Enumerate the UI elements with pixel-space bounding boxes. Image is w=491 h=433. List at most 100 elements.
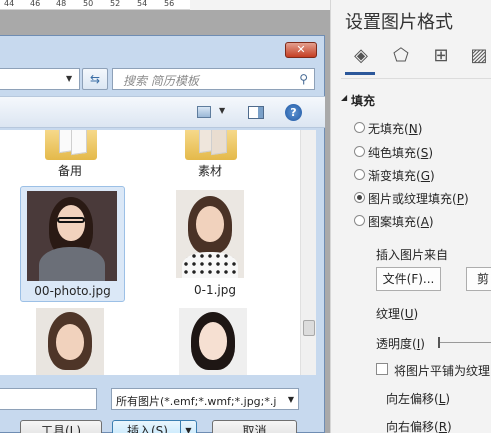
- chevron-down-icon[interactable]: ▼: [66, 74, 72, 83]
- file-item[interactable]: [30, 308, 110, 375]
- radio-button[interactable]: [354, 215, 365, 226]
- radio-label: 图片或纹理填充: [368, 192, 453, 206]
- close-button[interactable]: ✕: [285, 42, 317, 58]
- chevron-down-icon: ▼: [287, 395, 294, 404]
- photo-thumbnail: [27, 191, 117, 281]
- file-type-select[interactable]: 所有图片(*.emf;*.wmf;*.jpg;*.j ▼: [111, 388, 299, 410]
- tools-label: 工具(L): [40, 424, 82, 433]
- slider-handle[interactable]: [438, 337, 440, 348]
- radio-label: 图案填充: [368, 215, 417, 229]
- ruler-tick: 52: [110, 0, 121, 8]
- radio-no-fill[interactable]: 无填充(N): [354, 120, 422, 137]
- radio-button[interactable]: [354, 122, 365, 133]
- offset-right-text: 向右偏移: [386, 420, 435, 433]
- ruler-tick: 46: [30, 0, 41, 8]
- radio-button[interactable]: [354, 169, 365, 180]
- collapse-caret-icon: ◢: [341, 93, 348, 102]
- ruler-tick: 50: [83, 0, 94, 8]
- access-key: I: [416, 337, 421, 351]
- fill-section-label: 填充: [351, 94, 376, 108]
- refresh-button[interactable]: ⇆: [82, 68, 108, 90]
- address-bar[interactable]: ▼: [0, 68, 80, 90]
- file-label: 0-1.jpg: [194, 283, 236, 297]
- file-label: 00-photo.jpg: [34, 284, 111, 298]
- preview-pane-icon[interactable]: [248, 106, 264, 119]
- access-key: A: [420, 215, 429, 229]
- access-key: P: [456, 192, 464, 206]
- format-picture-pane: 设置图片格式 ◈ ⬠ ⊞ ▨ ◢ 填充 无填充(N) 纯色填充(S) 渐变填充(…: [330, 0, 491, 433]
- chevron-down-icon[interactable]: ▼: [219, 106, 225, 115]
- access-key: N: [408, 122, 418, 136]
- fill-section-header[interactable]: ◢ 填充: [341, 92, 376, 109]
- help-icon[interactable]: ?: [285, 104, 302, 121]
- picture-icon[interactable]: ▨: [467, 44, 491, 68]
- texture-text: 纹理: [376, 307, 401, 321]
- photo-thumbnail: [36, 308, 104, 375]
- file-item[interactable]: [175, 308, 255, 375]
- cancel-label: 取消: [242, 424, 267, 433]
- radio-button-selected[interactable]: [354, 192, 365, 203]
- access-key: L: [438, 392, 446, 406]
- radio-solid-fill[interactable]: 纯色填充(S): [354, 144, 433, 161]
- refresh-icon: ⇆: [89, 72, 101, 86]
- photo-thumbnail: [176, 190, 244, 278]
- search-placeholder: 搜索 简历模板: [123, 74, 199, 88]
- search-icon[interactable]: ⚲: [299, 72, 308, 86]
- ruler-tick: 48: [56, 0, 67, 8]
- insert-picture-dialog: ✕ ▼ ⇆ 搜索 简历模板 ⚲ ▼ ? 备用 素材 00-photo.jpg 0…: [0, 35, 325, 433]
- cancel-button[interactable]: 取消: [212, 420, 297, 433]
- file-list: 备用 素材 00-photo.jpg 0-1.jpg: [0, 130, 300, 375]
- radio-gradient-fill[interactable]: 渐变填充(G): [354, 167, 435, 184]
- ruler-tick: 54: [137, 0, 148, 8]
- transparency-slider[interactable]: [439, 342, 491, 343]
- radio-label: 无填充: [368, 122, 405, 136]
- pane-title: 设置图片格式: [345, 12, 453, 33]
- access-key: U: [404, 307, 414, 321]
- scrollbar-thumb[interactable]: [303, 320, 315, 336]
- offset-left-label: 向左偏移(L): [386, 392, 451, 406]
- search-input[interactable]: 搜索 简历模板 ⚲: [112, 68, 315, 90]
- texture-label[interactable]: 纹理(U): [376, 305, 418, 322]
- divider: [341, 78, 491, 79]
- file-button[interactable]: 文件(F)...: [376, 267, 441, 291]
- photo-thumbnail: [179, 308, 247, 375]
- file-type-value: 所有图片(*.emf;*.wmf;*.jpg;*.j: [116, 395, 277, 408]
- insert-from-label: 插入图片来自: [376, 248, 449, 262]
- fill-line-icon[interactable]: ◈: [349, 44, 373, 68]
- layout-size-icon[interactable]: ⊞: [429, 44, 453, 68]
- dialog-toolbar: ▼ ?: [0, 96, 325, 128]
- access-key: S: [420, 146, 429, 160]
- radio-button[interactable]: [354, 146, 365, 157]
- radio-picture-fill[interactable]: 图片或纹理填充(P): [354, 190, 469, 207]
- radio-label: 纯色填充: [368, 146, 417, 160]
- filename-input[interactable]: [0, 388, 97, 410]
- transparency-label: 透明度(I): [376, 337, 425, 351]
- radio-label: 渐变填充: [368, 169, 417, 183]
- active-tab-indicator: [345, 72, 375, 75]
- effects-icon[interactable]: ⬠: [389, 44, 413, 68]
- insert-button[interactable]: 插入(S) ▼: [112, 420, 197, 433]
- offset-right-label: 向右偏移(R): [386, 420, 452, 433]
- ruler-tick: 56: [164, 0, 175, 8]
- file-list-scrollbar[interactable]: [300, 130, 316, 375]
- tools-button[interactable]: 工具(L): [20, 420, 102, 433]
- ruler: 44 46 48 50 52 54 56: [0, 0, 190, 10]
- access-key: G: [420, 169, 431, 183]
- chevron-down-icon[interactable]: ▼: [180, 421, 196, 433]
- tile-checkbox[interactable]: [376, 363, 388, 375]
- transparency-text: 透明度: [376, 337, 413, 351]
- view-mode-icon[interactable]: [197, 106, 211, 118]
- folder-icon[interactable]: [185, 130, 237, 160]
- ruler-tick: 44: [4, 0, 15, 8]
- folder-label[interactable]: 素材: [180, 162, 240, 179]
- clipboard-button[interactable]: 剪: [466, 267, 491, 291]
- folder-icon[interactable]: [45, 130, 97, 160]
- insert-label: 插入(S): [127, 424, 168, 433]
- file-item-selected[interactable]: 00-photo.jpg: [20, 186, 125, 302]
- access-key: R: [438, 420, 448, 433]
- offset-left-text: 向左偏移: [386, 392, 435, 406]
- radio-pattern-fill[interactable]: 图案填充(A): [354, 213, 434, 230]
- tile-label: 将图片平铺为纹理(I: [394, 364, 491, 378]
- file-item[interactable]: 0-1.jpg: [165, 186, 265, 302]
- folder-label[interactable]: 备用: [40, 162, 100, 179]
